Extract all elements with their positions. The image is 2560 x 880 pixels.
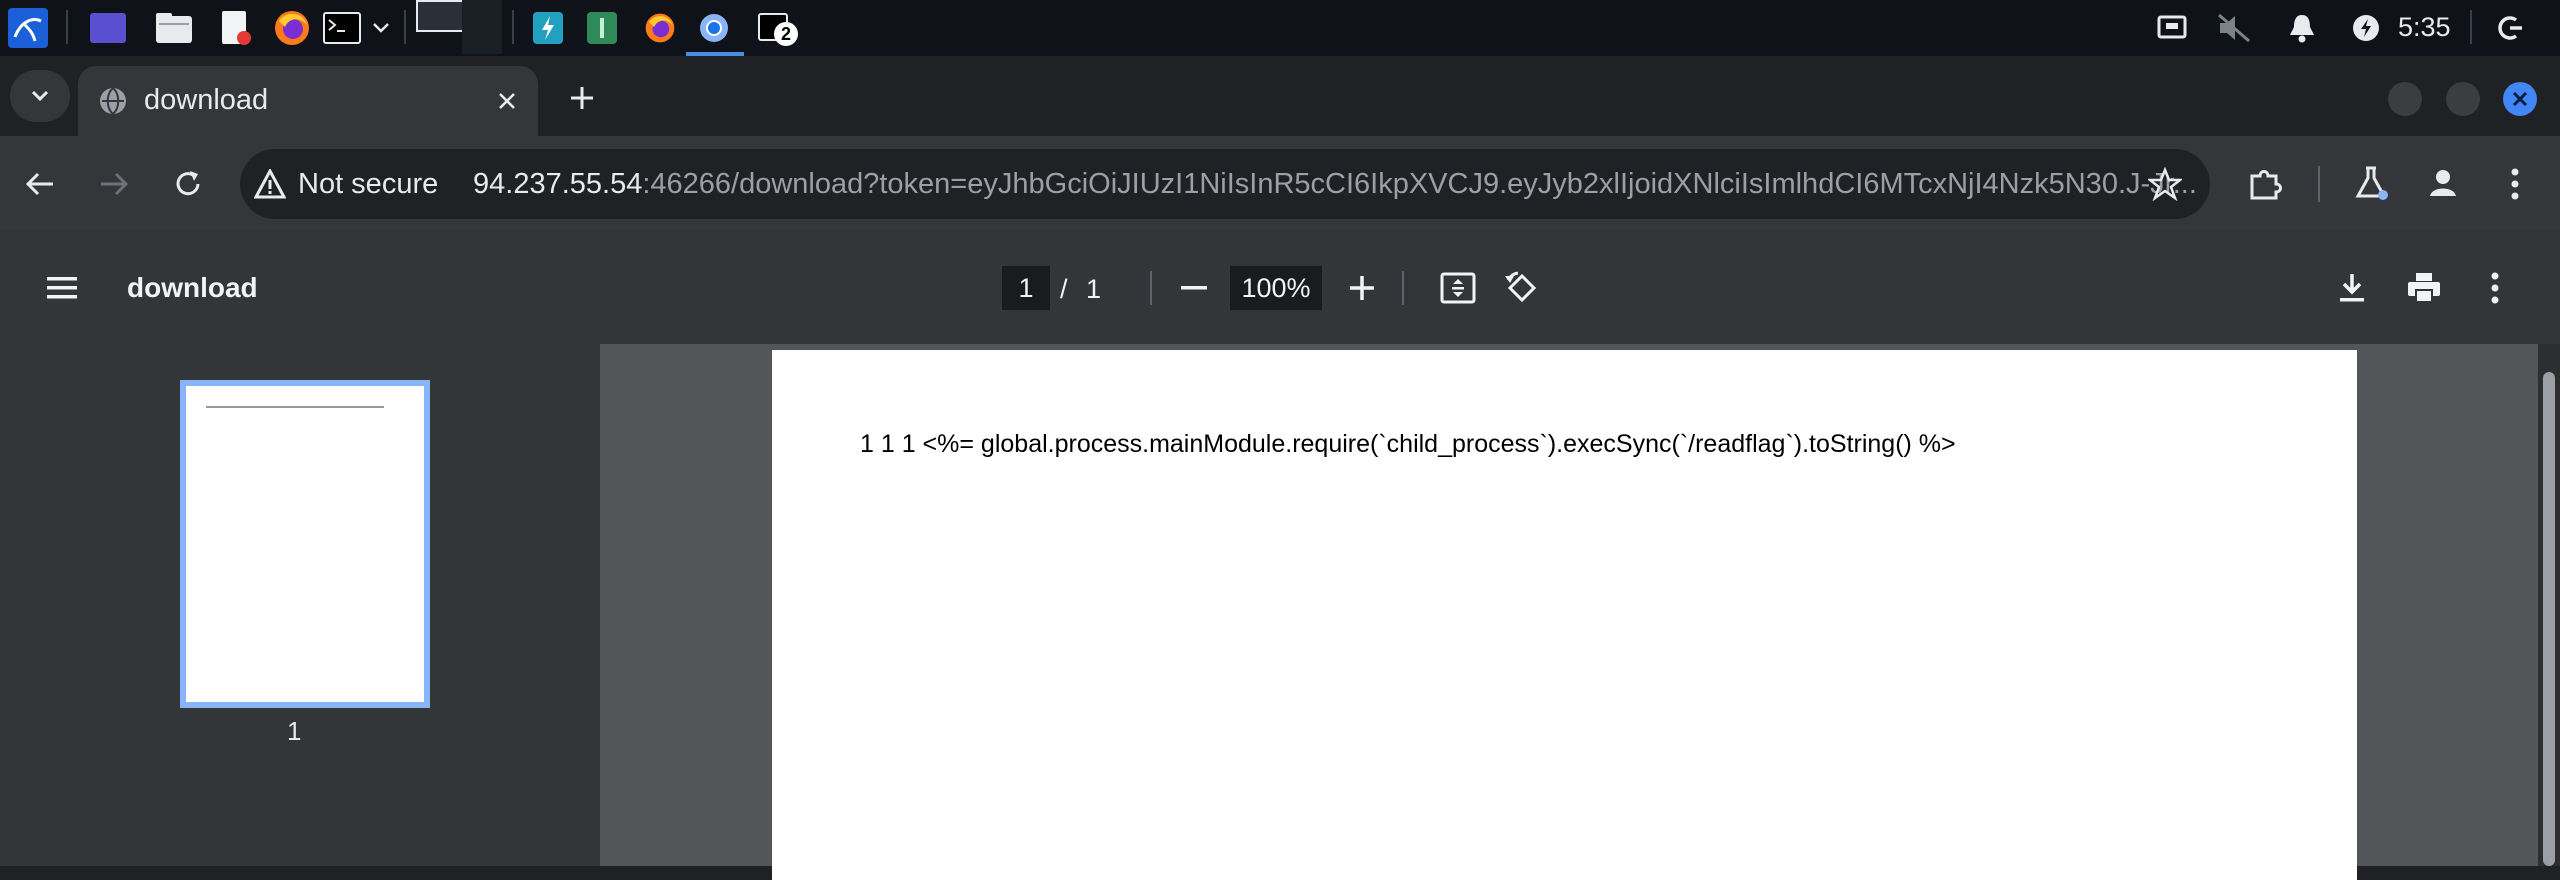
forward-button[interactable]	[96, 166, 132, 202]
file-manager-icon[interactable]	[154, 8, 194, 48]
url-text[interactable]: 94.237.55.54:46266/download?token=eyJhbG…	[473, 168, 2197, 201]
app-lightning-icon[interactable]	[528, 8, 568, 48]
browser-tab-strip: download	[0, 56, 2560, 136]
download-icon[interactable]	[2334, 270, 2370, 306]
vertical-scrollbar[interactable]	[2538, 344, 2560, 866]
globe-icon	[98, 86, 128, 116]
sidebar-toggle-menu-icon[interactable]	[44, 270, 80, 306]
browser-toolbar: Not secure 94.237.55.54:46266/download?t…	[0, 136, 2560, 232]
firefox-icon[interactable]	[272, 8, 312, 48]
fit-to-page-icon[interactable]	[1440, 270, 1476, 306]
workspace-1-preview[interactable]	[416, 0, 464, 32]
terminal-group-icon[interactable]: 2	[754, 8, 798, 48]
more-actions-icon[interactable]	[2480, 270, 2510, 306]
chevron-down-icon[interactable]	[366, 8, 396, 48]
bookmark-star-icon[interactable]	[2148, 167, 2182, 201]
warning-icon[interactable]	[254, 169, 286, 199]
pdf-document-viewer: 1 1 1 <%= global.process.mainModule.requ…	[600, 344, 2560, 880]
tab-title: download	[144, 84, 269, 116]
system-taskbar: 2 5:35	[0, 0, 2560, 56]
toolbar-divider	[2318, 166, 2320, 202]
window-close-button[interactable]	[2503, 82, 2537, 116]
minimize-button[interactable]	[2388, 82, 2422, 116]
arrow-left-icon	[25, 172, 53, 196]
page-separator: /	[1060, 274, 1068, 304]
document-title: download	[127, 272, 258, 303]
page-text-line: 1 1 1 <%= global.process.mainModule.requ…	[860, 430, 1956, 458]
window-count-badge: 2	[774, 22, 798, 46]
back-button[interactable]	[22, 166, 58, 202]
clock[interactable]: 5:35	[2398, 12, 2451, 43]
plus-icon	[571, 87, 593, 109]
taskbar-separator	[512, 10, 514, 44]
url-host: 94.237.55.54	[473, 168, 643, 200]
pdf-page: 1 1 1 <%= global.process.mainModule.requ…	[772, 350, 2357, 880]
arrow-right-icon	[101, 172, 129, 196]
thumbnail-text-line	[206, 406, 384, 408]
thumbnail-sidebar: 1	[0, 344, 600, 866]
page-number-input[interactable]: 1	[1002, 266, 1050, 310]
profile-avatar-icon[interactable]	[2424, 164, 2464, 204]
labs-flask-icon[interactable]	[2352, 164, 2392, 204]
zoom-level-input[interactable]: 100%	[1230, 266, 1322, 310]
print-icon[interactable]	[2406, 270, 2442, 306]
chrome-window-icon[interactable]	[694, 8, 734, 48]
app-green-icon[interactable]	[582, 8, 622, 48]
url-path: :46266/download?token=eyJhbGciOiJIUzI1Ni…	[642, 168, 2197, 200]
close-icon[interactable]	[492, 86, 522, 116]
zoom-out-button[interactable]	[1176, 270, 1212, 306]
firefox-window-icon[interactable]	[640, 8, 680, 48]
pdf-toolbar-divider	[1150, 271, 1152, 305]
chevron-down-icon	[31, 90, 49, 102]
session-logout-icon[interactable]	[2490, 8, 2530, 48]
close-icon	[2512, 91, 2528, 107]
network-icon[interactable]	[2152, 8, 2192, 48]
kali-menu-icon[interactable]	[8, 8, 48, 48]
reload-icon	[176, 171, 200, 196]
minus-icon	[1181, 286, 1207, 290]
rotate-counterclockwise-icon[interactable]	[1504, 270, 1540, 306]
address-bar[interactable]: Not secure 94.237.55.54:46266/download?t…	[240, 149, 2210, 219]
power-manager-icon[interactable]	[2346, 8, 2386, 48]
taskbar-separator	[2470, 10, 2472, 44]
volume-muted-icon[interactable]	[2214, 8, 2254, 48]
scrollbar-thumb[interactable]	[2543, 372, 2555, 866]
page-thumbnail[interactable]	[180, 380, 430, 708]
taskbar-separator	[404, 10, 406, 44]
workspace-2-preview[interactable]	[462, 0, 502, 54]
plus-icon	[1350, 276, 1374, 300]
notification-bell-icon[interactable]	[2282, 8, 2322, 48]
extensions-icon[interactable]	[2246, 164, 2286, 204]
maximize-button[interactable]	[2446, 82, 2480, 116]
tab-search-button[interactable]	[10, 70, 70, 122]
reload-button[interactable]	[170, 166, 206, 202]
total-pages: 1	[1086, 274, 1102, 304]
tab-download[interactable]: download	[78, 66, 538, 136]
thumbnail-page-number: 1	[287, 716, 302, 746]
pdf-toolbar-divider	[1402, 271, 1404, 305]
security-label[interactable]: Not secure	[298, 168, 438, 201]
zoom-in-button[interactable]	[1344, 270, 1380, 306]
text-editor-icon[interactable]	[216, 8, 256, 48]
terminal-icon[interactable]	[322, 8, 362, 48]
new-tab-button[interactable]	[562, 78, 602, 118]
pdf-viewer-toolbar: download 1 / 1 100%	[0, 232, 2560, 344]
browser-menu-icon[interactable]	[2500, 164, 2530, 204]
workspace-icon[interactable]	[88, 8, 128, 48]
taskbar-separator	[66, 10, 68, 44]
